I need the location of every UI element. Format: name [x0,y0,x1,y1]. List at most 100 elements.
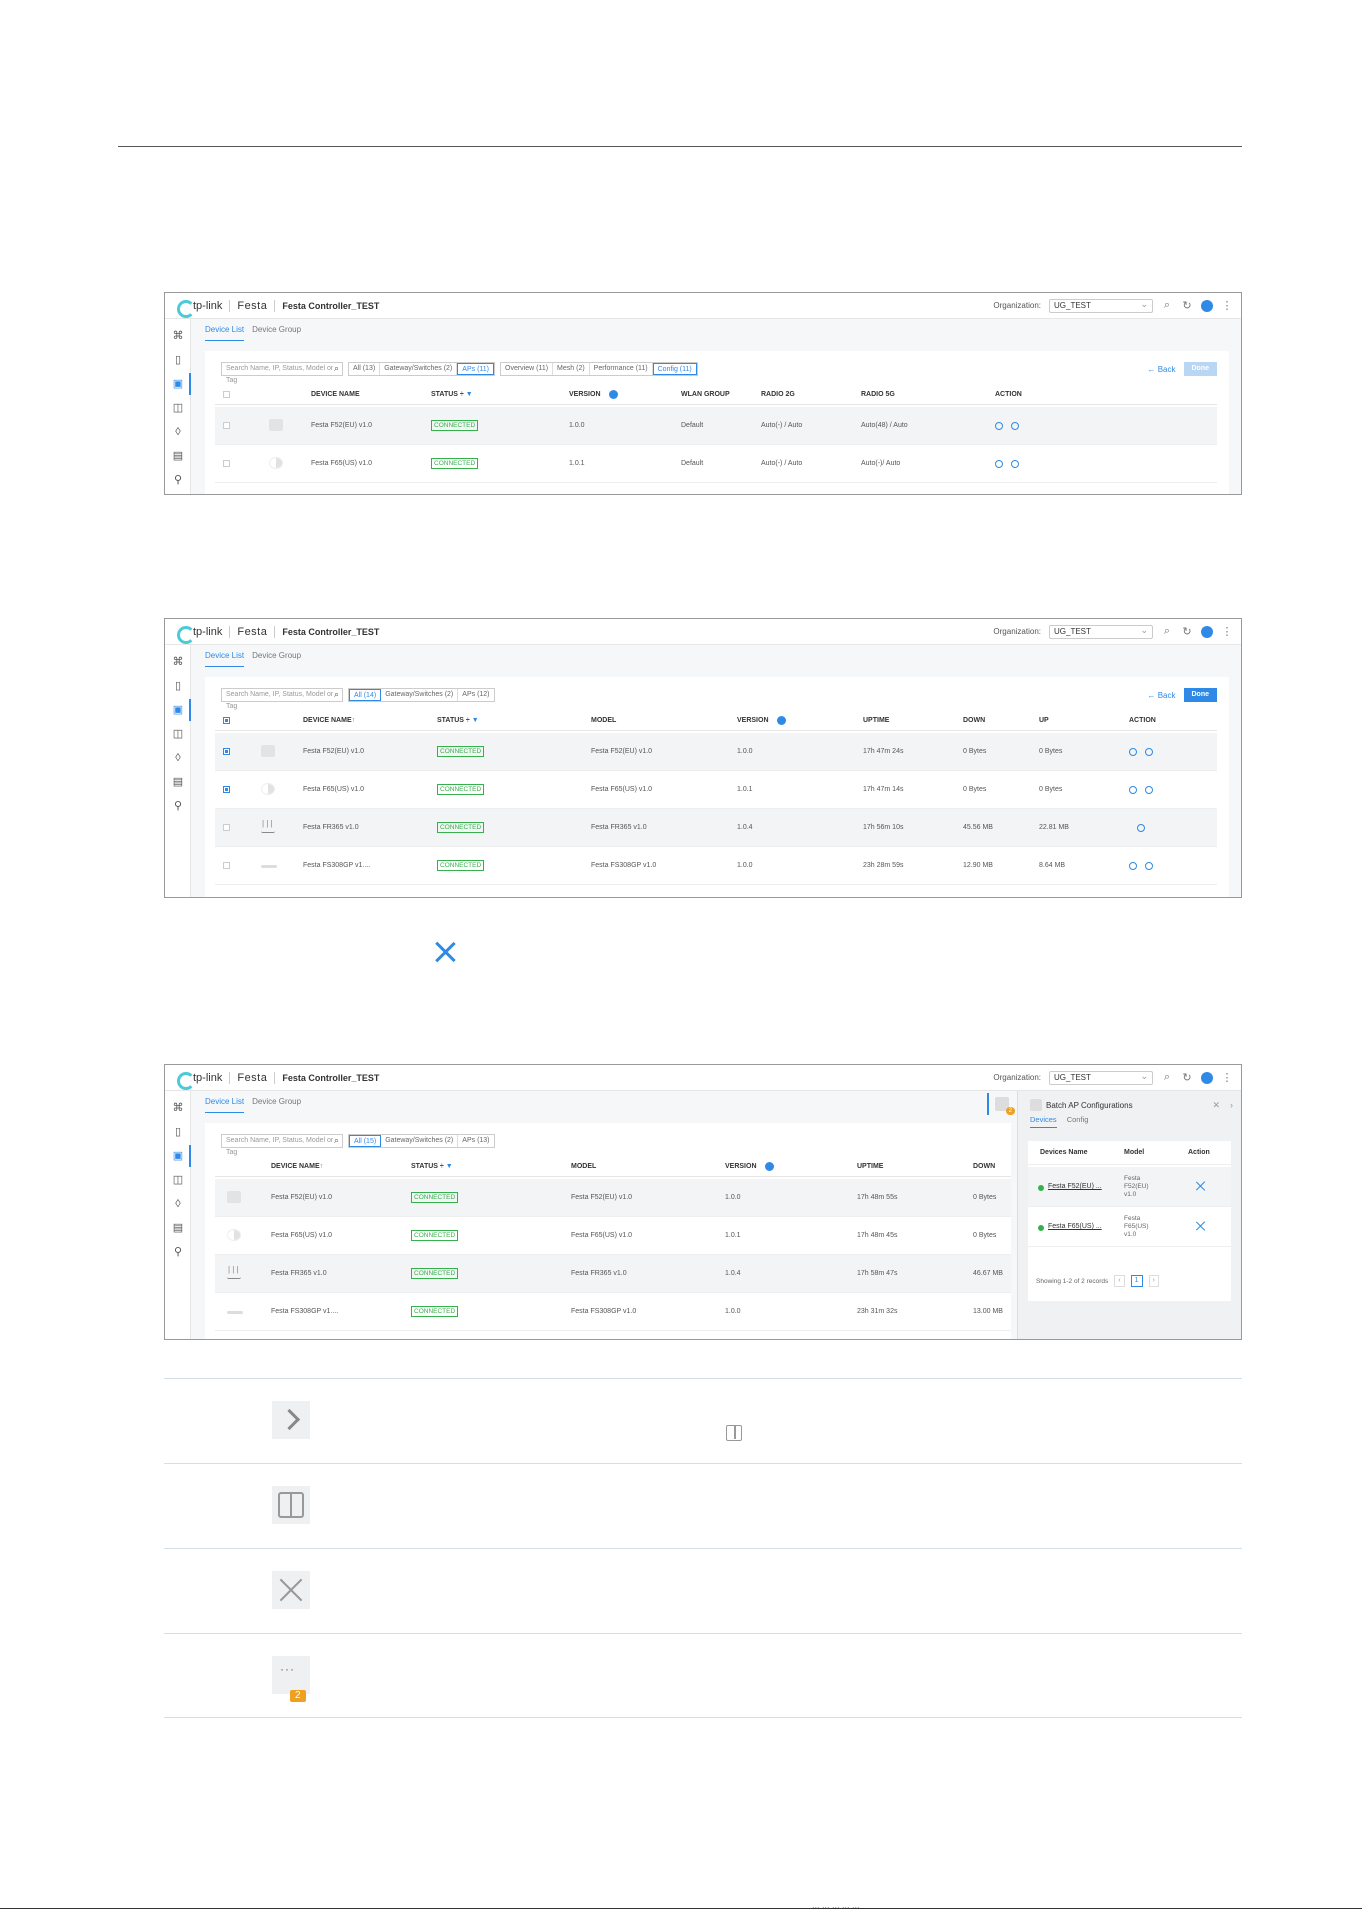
remove-icon[interactable] [1196,1221,1206,1231]
table-row[interactable]: Festa F65(US) v1.0 CONNECTED 1.0.1 Defau… [215,445,1217,483]
device-link[interactable]: Festa F65(US) ... [1048,1223,1102,1230]
done-button[interactable]: Done [1183,688,1217,702]
row-checkbox[interactable] [223,748,230,755]
prev-page-button[interactable]: ‹ [1114,1275,1125,1287]
done-button[interactable]: Done [1183,362,1217,376]
locate-icon[interactable] [1129,748,1137,756]
more-icon[interactable]: ⋮ [1221,625,1233,638]
tab-device-group[interactable]: Device Group [252,645,301,667]
device-link[interactable]: Festa F52(EU) ... [1048,1183,1102,1190]
reboot-icon[interactable] [1145,862,1153,870]
filter-icon[interactable]: ▼ [446,1163,453,1170]
device-name[interactable]: Festa FS308GP v1.... [303,847,370,885]
reboot-icon[interactable] [1145,786,1153,794]
logs-icon[interactable]: ▤ [171,449,185,463]
select-all-checkbox[interactable] [223,391,230,398]
filter-icon[interactable]: ▼ [472,717,479,724]
device-name[interactable]: Festa F52(EU) v1.0 [271,1179,332,1217]
row-checkbox[interactable] [223,422,230,429]
search-icon[interactable]: ⌕ [1161,1071,1173,1084]
row-checkbox[interactable] [223,862,230,869]
table-row[interactable]: Festa F52(EU) v1.0 CONNECTED Festa F52(E… [215,1179,1011,1217]
tools-icon[interactable]: ⚲ [171,473,185,487]
tools-icon[interactable]: ⚲ [171,1245,185,1259]
more-icon[interactable]: ⋮ [1221,299,1233,312]
devices-icon[interactable]: ▣ [171,703,185,717]
org-select[interactable]: UG_TEST [1049,298,1153,313]
close-icon[interactable]: ✕ [1212,1100,1220,1111]
row-checkbox[interactable] [223,824,230,831]
col-status[interactable]: STATUS ÷ ▼ [437,711,479,731]
stats-icon[interactable]: ◫ [171,401,185,415]
help-icon[interactable] [608,389,618,399]
tab-device-group[interactable]: Device Group [252,1091,301,1113]
filter-all[interactable]: All (13) [349,363,381,375]
device-name[interactable]: Festa F52(EU) v1.0 [303,733,364,771]
col-status[interactable]: STATUS ÷ ▼ [411,1157,453,1177]
avatar-icon[interactable] [1201,299,1213,312]
location-icon[interactable]: ◊ [171,425,185,439]
table-row[interactable]: Festa F65(US) v1.0 CONNECTED Festa F65(U… [215,1217,1011,1255]
view-performance[interactable]: Performance (11) [590,363,653,375]
stats-icon[interactable]: ◫ [171,727,185,741]
table-row[interactable]: Festa F52(EU) v1.0 CONNECTED Festa F52(E… [215,733,1217,771]
map-icon[interactable]: ▯ [171,1125,185,1139]
table-row[interactable]: Festa F65(US) v1.0 CONNECTED Festa F65(U… [215,771,1217,809]
tab-device-list[interactable]: Device List [205,645,245,667]
reboot-icon[interactable] [1137,824,1145,832]
col-status[interactable]: STATUS ÷ ▼ [431,385,473,405]
search-input[interactable]: Search Name, IP, Status, Model or Tag [221,1134,343,1156]
location-icon[interactable]: ◊ [171,751,185,765]
filter-aps[interactable]: APs (11) [457,363,494,375]
table-row[interactable]: Festa FR365 v1.0 CONNECTED Festa FR365 v… [215,809,1217,847]
back-button[interactable]: ← Back [1147,365,1175,374]
map-icon[interactable]: ▯ [171,353,185,367]
reboot-icon[interactable] [1011,422,1019,430]
device-name[interactable]: Festa F65(US) v1.0 [303,771,364,809]
help-icon[interactable] [776,715,786,725]
dashboard-icon[interactable]: ⌘ [171,655,185,669]
dashboard-icon[interactable]: ⌘ [171,1101,185,1115]
back-button[interactable]: ← Back [1147,691,1175,700]
map-icon[interactable]: ▯ [171,679,185,693]
org-select[interactable]: UG_TEST [1049,624,1153,639]
location-icon[interactable]: ◊ [171,1197,185,1211]
locate-icon[interactable] [995,460,1003,468]
chevron-right-icon[interactable]: › [1230,1100,1233,1110]
locate-icon[interactable] [1129,786,1137,794]
device-name[interactable]: Festa FS308GP v1.... [271,1293,338,1331]
dashboard-icon[interactable]: ⌘ [171,329,185,343]
reboot-icon[interactable] [1145,748,1153,756]
devices-icon[interactable]: ▣ [171,377,185,391]
filter-gateway[interactable]: Gateway/Switches (2) [381,689,459,701]
tab-device-group[interactable]: Device Group [252,319,301,341]
next-page-button[interactable]: › [1148,1275,1159,1287]
refresh-icon[interactable]: ↻ [1181,1071,1193,1084]
device-name[interactable]: Festa F65(US) v1.0 [311,445,372,483]
logs-icon[interactable]: ▤ [171,775,185,789]
help-icon[interactable] [764,1161,774,1171]
filter-aps[interactable]: APs (13) [458,1135,493,1147]
device-name[interactable]: Festa F65(US) v1.0 [271,1217,332,1255]
table-row[interactable]: Festa FR365 v1.0 CONNECTED Festa FR365 v… [215,1255,1011,1293]
stats-icon[interactable]: ◫ [171,1173,185,1187]
filter-gateway[interactable]: Gateway/Switches (2) [381,1135,459,1147]
select-all-checkbox[interactable] [223,717,230,724]
devices-icon[interactable]: ▣ [171,1149,185,1163]
tools-icon[interactable]: ⚲ [171,799,185,813]
device-name[interactable]: Festa FR365 v1.0 [303,809,359,847]
tab-device-list[interactable]: Device List [205,1091,245,1113]
refresh-icon[interactable]: ↻ [1181,625,1193,638]
view-mesh[interactable]: Mesh (2) [553,363,590,375]
table-row[interactable]: Festa FS308GP v1.... CONNECTED Festa FS3… [215,847,1217,885]
filter-all[interactable]: All (14) [349,689,382,701]
device-name[interactable]: Festa FR365 v1.0 [271,1255,327,1293]
filter-all[interactable]: All (15) [349,1135,382,1147]
row-checkbox[interactable] [223,460,230,467]
table-row[interactable]: Festa FS308GP v1.... CONNECTED Festa FS3… [215,1293,1011,1331]
row-checkbox[interactable] [223,786,230,793]
more-icon[interactable]: ⋮ [1221,1071,1233,1084]
tab-device-list[interactable]: Device List [205,319,245,341]
search-input[interactable]: Search Name, IP, Status, Model or Tag [221,362,343,384]
col-device-name[interactable]: DEVICE NAME [311,385,360,405]
